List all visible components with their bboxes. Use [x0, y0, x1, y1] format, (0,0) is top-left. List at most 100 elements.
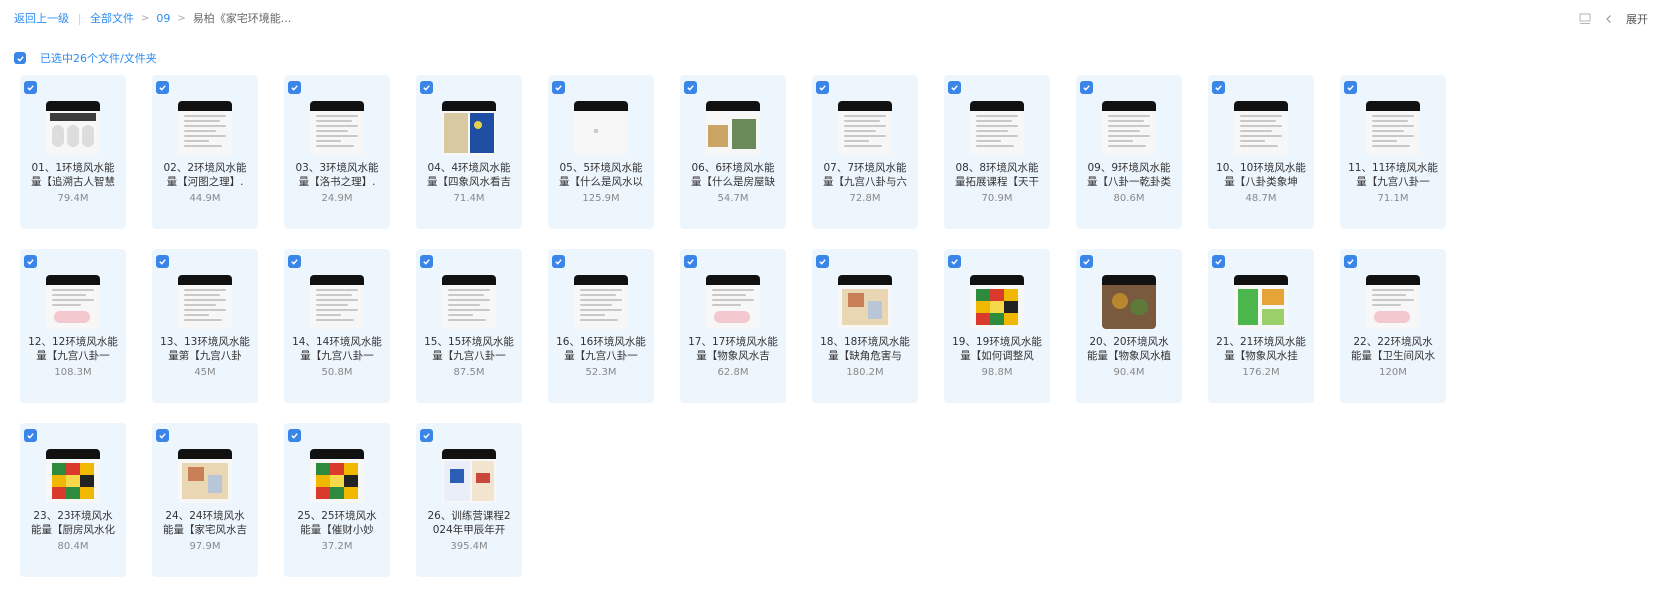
file-card[interactable]: 15、15环境风水能 量【九宫八卦一 87.5M: [416, 249, 522, 403]
file-thumbnail: [310, 275, 364, 329]
file-size: 52.3M: [585, 367, 617, 378]
file-thumbnail: [46, 101, 100, 155]
file-name-line: 量【物象风水挂: [1224, 350, 1298, 362]
file-card[interactable]: 04、4环境风水能 量【四象风水看吉 71.4M: [416, 75, 522, 229]
file-size: 80.6M: [1113, 193, 1145, 204]
breadcrumb-folder[interactable]: 09: [156, 11, 170, 27]
file-size: 80.4M: [57, 541, 89, 552]
file-card[interactable]: 10、10环境风水能 量【八卦类象坤 48.7M: [1208, 75, 1314, 229]
file-thumbnail: [574, 275, 628, 329]
file-size: 45M: [194, 367, 216, 378]
file-card[interactable]: 18、18环境风水能 量【缺角危害与 180.2M: [812, 249, 918, 403]
file-checkbox[interactable]: [288, 429, 301, 442]
file-card[interactable]: 23、23环境风水 能量【厨房风水化 80.4M: [20, 423, 126, 577]
file-name-line: 25、25环境风水: [297, 510, 377, 522]
file-checkbox[interactable]: [684, 81, 697, 94]
file-name: 10、10环境风水能 量【八卦类象坤: [1214, 161, 1308, 189]
breadcrumb: 返回上一级 全部文件 > 09 > 易柏《家宅环境能...: [14, 11, 291, 27]
file-card[interactable]: 16、16环境风水能 量【九宫八卦一 52.3M: [548, 249, 654, 403]
file-checkbox[interactable]: [1080, 81, 1093, 94]
file-card[interactable]: 14、14环境风水能 量【九宫八卦一 50.8M: [284, 249, 390, 403]
file-checkbox[interactable]: [156, 81, 169, 94]
file-checkbox[interactable]: [1344, 255, 1357, 268]
file-card[interactable]: 11、11环境风水能 量【九宫八卦一 71.1M: [1340, 75, 1446, 229]
file-name-line: 024年甲辰年开: [432, 524, 506, 536]
file-name-line: 03、3环境风水能: [295, 162, 379, 174]
file-card[interactable]: 02、2环境风水能 量【河图之理】. 44.9M: [152, 75, 258, 229]
file-card[interactable]: 08、8环境风水能 量拓展课程【天干 70.9M: [944, 75, 1050, 229]
file-size: 71.4M: [453, 193, 485, 204]
file-size: 72.8M: [849, 193, 881, 204]
file-card[interactable]: 24、24环境风水 能量【家宅风水吉 97.9M: [152, 423, 258, 577]
file-thumbnail: [838, 275, 892, 329]
file-checkbox[interactable]: [1344, 81, 1357, 94]
file-checkbox[interactable]: [552, 255, 565, 268]
file-checkbox[interactable]: [1080, 255, 1093, 268]
file-name-line: 量【八卦类象坤: [1224, 176, 1298, 188]
file-thumbnail: [706, 101, 760, 155]
file-checkbox[interactable]: [420, 255, 433, 268]
file-checkbox[interactable]: [24, 81, 37, 94]
file-name: 13、13环境风水能 量第【九宫八卦: [158, 335, 252, 363]
file-checkbox[interactable]: [948, 255, 961, 268]
file-size: 125.9M: [582, 193, 620, 204]
file-card[interactable]: 20、20环境风水 能量【物象风水植 90.4M: [1076, 249, 1182, 403]
back-link[interactable]: 返回上一级: [14, 11, 69, 27]
file-card[interactable]: 13、13环境风水能 量第【九宫八卦 45M: [152, 249, 258, 403]
file-checkbox[interactable]: [24, 429, 37, 442]
file-card[interactable]: 03、3环境风水能 量【洛书之理】. 24.9M: [284, 75, 390, 229]
file-name-line: 能量【催财小妙: [300, 524, 374, 536]
file-checkbox[interactable]: [816, 81, 829, 94]
file-checkbox[interactable]: [288, 255, 301, 268]
file-name-line: 量【什么是风水以: [559, 176, 643, 188]
file-name: 08、8环境风水能 量拓展课程【天干: [950, 161, 1044, 189]
file-name-line: 量第【九宫八卦: [168, 350, 242, 362]
file-name-line: 05、5环境风水能: [559, 162, 643, 174]
file-card[interactable]: 05、5环境风水能 量【什么是风水以 125.9M: [548, 75, 654, 229]
file-card[interactable]: 01、1环境风水能 量【追溯古人智慧 79.4M: [20, 75, 126, 229]
file-card[interactable]: 06、6环境风水能 量【什么是房屋缺 54.7M: [680, 75, 786, 229]
list-view-icon[interactable]: [1578, 12, 1592, 26]
file-name-line: 10、10环境风水能: [1216, 162, 1306, 174]
file-checkbox[interactable]: [420, 81, 433, 94]
file-checkbox[interactable]: [288, 81, 301, 94]
file-checkbox[interactable]: [420, 429, 433, 442]
file-checkbox[interactable]: [156, 429, 169, 442]
file-card[interactable]: 22、22环境风水 能量【卫生间风水 120M: [1340, 249, 1446, 403]
file-checkbox[interactable]: [948, 81, 961, 94]
file-checkbox[interactable]: [552, 81, 565, 94]
file-checkbox[interactable]: [1212, 81, 1225, 94]
file-card[interactable]: 12、12环境风水能 量【九宫八卦一 108.3M: [20, 249, 126, 403]
file-card[interactable]: 19、19环境风水能 量【如何调整风 98.8M: [944, 249, 1050, 403]
file-card[interactable]: 07、7环境风水能 量【九宫八卦与六 72.8M: [812, 75, 918, 229]
file-size: 87.5M: [453, 367, 485, 378]
file-name: 03、3环境风水能 量【洛书之理】.: [290, 161, 384, 189]
breadcrumb-all-files[interactable]: 全部文件: [90, 11, 134, 27]
file-thumbnail: [442, 275, 496, 329]
file-name-line: 量【九宫八卦一: [432, 350, 506, 362]
file-card[interactable]: 26、训练营课程2 024年甲辰年开 395.4M: [416, 423, 522, 577]
file-checkbox[interactable]: [1212, 255, 1225, 268]
file-name-line: 21、21环境风水能: [1216, 336, 1306, 348]
select-all-checkbox[interactable]: [14, 52, 26, 64]
file-name-line: 17、17环境风水能: [688, 336, 778, 348]
expand-button[interactable]: 展开: [1626, 11, 1648, 27]
file-checkbox[interactable]: [24, 255, 37, 268]
file-name-line: 量【如何调整风: [960, 350, 1034, 362]
chevron-left-icon[interactable]: [1602, 12, 1616, 26]
file-name-line: 26、训练营课程2: [427, 510, 511, 522]
file-name-line: 01、1环境风水能: [31, 162, 115, 174]
file-checkbox[interactable]: [156, 255, 169, 268]
file-thumbnail: [1366, 101, 1420, 155]
file-card[interactable]: 25、25环境风水 能量【催财小妙 37.2M: [284, 423, 390, 577]
file-card[interactable]: 17、17环境风水能 量【物象风水吉 62.8M: [680, 249, 786, 403]
file-name-line: 02、2环境风水能: [163, 162, 247, 174]
file-checkbox[interactable]: [684, 255, 697, 268]
file-name-line: 量【追溯古人智慧: [31, 176, 115, 188]
file-size: 50.8M: [321, 367, 353, 378]
file-card[interactable]: 21、21环境风水能 量【物象风水挂 176.2M: [1208, 249, 1314, 403]
file-name-line: 量拓展课程【天干: [955, 176, 1039, 188]
file-thumbnail: [46, 275, 100, 329]
file-checkbox[interactable]: [816, 255, 829, 268]
file-card[interactable]: 09、9环境风水能 量【八卦一乾卦类 80.6M: [1076, 75, 1182, 229]
